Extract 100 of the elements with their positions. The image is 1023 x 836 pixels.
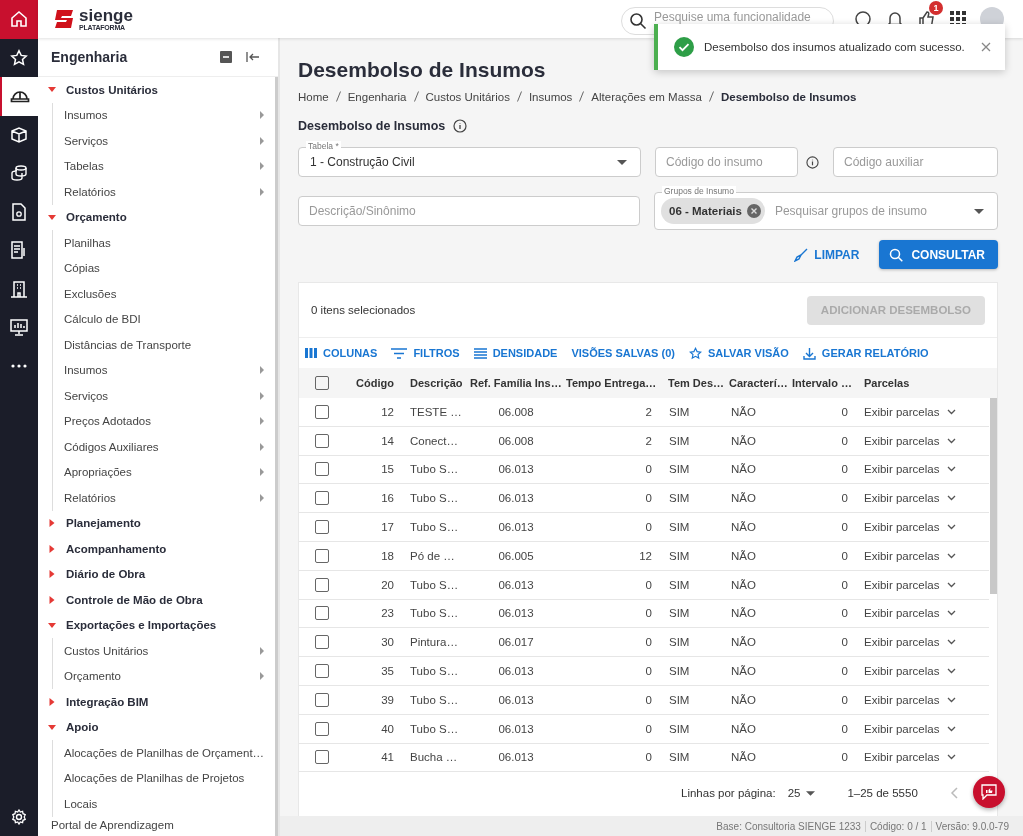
sidebar-item[interactable]: Serviços: [53, 383, 276, 409]
sidebar-item[interactable]: Apropriações: [53, 459, 276, 485]
column-header[interactable]: Tempo Entrega…: [566, 377, 662, 389]
installments-dropdown[interactable]: Exibir parcelas: [864, 492, 940, 505]
sidebar-item[interactable]: Custos Unitários: [53, 638, 276, 664]
installments-dropdown[interactable]: Exibir parcelas: [864, 636, 940, 649]
search-button[interactable]: CONSULTAR: [879, 240, 998, 269]
select-all-checkbox[interactable]: [315, 376, 329, 390]
installments-dropdown[interactable]: Exibir parcelas: [864, 665, 940, 678]
column-header[interactable]: Ref. Família Ins…: [466, 377, 566, 389]
toolbar-button[interactable]: DENSIDADE: [473, 347, 558, 359]
sidebar-item[interactable]: Alocações de Planilhas de Orçament…: [53, 740, 276, 766]
row-checkbox[interactable]: [315, 664, 329, 679]
sidebar-item[interactable]: Orçamento: [53, 663, 276, 689]
toolbar-button[interactable]: SALVAR VISÃO: [688, 346, 789, 360]
scrollbar[interactable]: [990, 398, 997, 594]
installments-dropdown[interactable]: Exibir parcelas: [864, 521, 940, 534]
more-icon: [11, 363, 27, 368]
sidebar-item[interactable]: Locais: [53, 791, 276, 817]
table-cell-text: NÃO: [730, 463, 757, 476]
installments-dropdown[interactable]: Exibir parcelas: [864, 405, 940, 418]
info-icon[interactable]: [453, 119, 468, 133]
collapse-all-icon[interactable]: [220, 51, 232, 63]
installments-dropdown[interactable]: Exibir parcelas: [864, 722, 940, 735]
breadcrumb-link[interactable]: Alterações em Massa: [591, 91, 702, 103]
close-icon[interactable]: [981, 42, 991, 52]
installments-dropdown[interactable]: Exibir parcelas: [864, 751, 940, 764]
column-header[interactable]: Código: [345, 377, 400, 389]
table-cell-text: Tubo S…: [409, 693, 460, 706]
table-cell-text: 0: [840, 549, 849, 562]
row-checkbox[interactable]: [315, 404, 329, 419]
learning-portal-link[interactable]: Portal de Aprendizagem: [38, 816, 174, 832]
column-header[interactable]: Caracterí…: [724, 377, 792, 389]
row-checkbox[interactable]: [315, 462, 329, 477]
rows-per-page-select[interactable]: 25: [787, 787, 816, 800]
installments-dropdown[interactable]: Exibir parcelas: [864, 607, 940, 620]
installments-dropdown[interactable]: Exibir parcelas: [864, 693, 940, 706]
table-cell-text: SIM: [668, 693, 691, 706]
sidebar-item[interactable]: Cópias: [53, 255, 276, 281]
sidebar-item[interactable]: Preços Adotados: [53, 408, 276, 434]
sidebar-item[interactable]: Cálculo de BDI: [53, 306, 276, 332]
sidebar-group[interactable]: Apoio: [38, 714, 276, 740]
collapse-sidebar-icon[interactable]: [246, 51, 260, 63]
sidebar-item[interactable]: Relatórios: [53, 179, 276, 205]
sidebar-group[interactable]: Acompanhamento: [38, 536, 276, 562]
installments-dropdown[interactable]: Exibir parcelas: [864, 578, 940, 591]
column-header[interactable]: Descrição: [400, 377, 466, 389]
sidebar-item[interactable]: Distâncias de Transporte: [53, 332, 276, 358]
sidebar-item[interactable]: Alocações de Planilhas de Projetos: [53, 765, 276, 791]
column-header[interactable]: Parcelas: [856, 377, 997, 389]
toolbar-button[interactable]: FILTROS: [391, 347, 460, 359]
sidebar-item[interactable]: Serviços: [53, 128, 276, 154]
group-chip[interactable]: 06 - Materiais: [661, 198, 765, 224]
row-checkbox[interactable]: [315, 548, 329, 563]
installments-dropdown[interactable]: Exibir parcelas: [864, 549, 940, 562]
caret-right-icon: [48, 519, 56, 528]
table-cell-text: 16: [380, 492, 395, 505]
sidebar-item[interactable]: Códigos Auxiliares: [53, 434, 276, 460]
toolbar-button[interactable]: COLUNAS: [305, 347, 378, 359]
caret-right-icon: [48, 570, 56, 579]
row-checkbox[interactable]: [315, 433, 329, 448]
auxiliary-code-field[interactable]: Código auxiliar: [833, 147, 998, 177]
row-checkbox[interactable]: [315, 491, 329, 506]
sidebar-group[interactable]: Custos Unitários: [38, 77, 276, 103]
sidebar-item[interactable]: Insumos: [53, 357, 276, 383]
sidebar-item[interactable]: Planilhas: [53, 230, 276, 256]
sidebar-group[interactable]: Controle de Mão de Obra: [38, 587, 276, 613]
clear-button[interactable]: LIMPAR: [790, 241, 864, 268]
info-icon[interactable]: [806, 155, 819, 169]
sidebar-item[interactable]: Exclusões: [53, 281, 276, 307]
installments-dropdown[interactable]: Exibir parcelas: [864, 434, 940, 447]
sidebar-item[interactable]: Tabelas: [53, 153, 276, 179]
toolbar-button[interactable]: VISÕES SALVAS (0): [571, 347, 675, 359]
column-header[interactable]: Tem Des…: [662, 377, 724, 389]
sidebar-item[interactable]: Relatórios: [53, 485, 276, 511]
breadcrumb-link[interactable]: Engenharia: [347, 91, 407, 103]
column-header[interactable]: Intervalo …: [792, 377, 856, 389]
breadcrumb-link[interactable]: Home: [298, 91, 329, 103]
row-checkbox[interactable]: [315, 606, 329, 621]
row-checkbox[interactable]: [315, 520, 329, 535]
sidebar-group[interactable]: Integração BIM: [38, 689, 276, 715]
row-checkbox[interactable]: [315, 577, 329, 592]
table-cell-text: 14: [380, 434, 395, 447]
sidebar-item[interactable]: Insumos: [53, 102, 276, 128]
breadcrumb-link[interactable]: Custos Unitários: [425, 91, 510, 103]
sidebar-group[interactable]: Diário de Obra: [38, 561, 276, 587]
row-checkbox[interactable]: [315, 750, 329, 765]
breadcrumb-link[interactable]: Insumos: [528, 91, 573, 103]
sidebar-group[interactable]: Orçamento: [38, 204, 276, 230]
toolbar-button[interactable]: GERAR RELATÓRIO: [802, 346, 929, 360]
row-checkbox[interactable]: [315, 635, 329, 650]
item-code-field[interactable]: Código do insumo: [655, 147, 798, 177]
description-field[interactable]: Descrição/Sinônimo: [298, 196, 640, 226]
sidebar-group[interactable]: Exportações e Importações: [38, 612, 276, 638]
remove-icon[interactable]: [746, 204, 761, 218]
installments-dropdown[interactable]: Exibir parcelas: [864, 463, 940, 476]
row-checkbox[interactable]: [315, 692, 329, 707]
sidebar-group[interactable]: Planejamento: [38, 510, 276, 536]
row-checkbox[interactable]: [315, 721, 329, 736]
table-cell-text: NÃO: [730, 521, 757, 534]
